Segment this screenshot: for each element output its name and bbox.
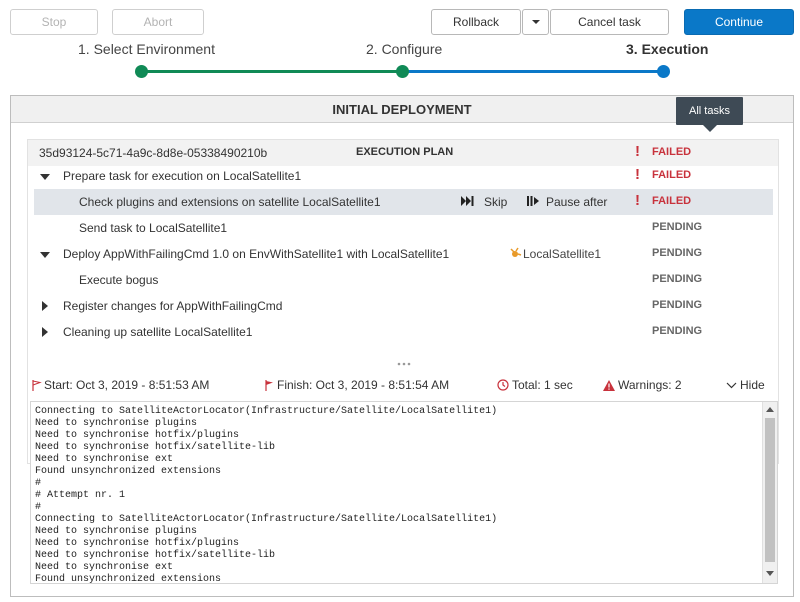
plan-row[interactable]: Execute bogus PENDING bbox=[28, 267, 778, 293]
scroll-up-icon[interactable] bbox=[766, 406, 774, 412]
resize-handle[interactable] bbox=[27, 361, 779, 369]
step-label: Send task to LocalSatellite1 bbox=[79, 221, 228, 235]
error-icon: ! bbox=[635, 166, 640, 183]
step-dot-1 bbox=[135, 65, 148, 78]
abort-button: Abort bbox=[112, 9, 204, 35]
status-badge: PENDING bbox=[652, 299, 703, 311]
status-badge: PENDING bbox=[652, 221, 703, 233]
scroll-down-icon[interactable] bbox=[766, 571, 774, 577]
log-line: # Attempt nr. 1 bbox=[35, 490, 126, 501]
status-badge: FAILED bbox=[652, 169, 692, 181]
log-line: Need to synchronise hotfix/plugins bbox=[35, 430, 240, 441]
step-connector-done bbox=[141, 70, 403, 73]
log-line: Need to synchronise hotfix/plugins bbox=[35, 538, 240, 549]
continue-button[interactable]: Continue bbox=[684, 9, 794, 35]
summary-bar: Start: Oct 3, 2019 - 8:51:53 AM Finish: … bbox=[27, 372, 779, 398]
error-icon: ! bbox=[635, 192, 640, 209]
finish-time: Finish: Oct 3, 2019 - 8:51:54 AM bbox=[277, 378, 450, 392]
start-flag-icon bbox=[32, 379, 42, 391]
step-dot-2 bbox=[396, 65, 409, 78]
step-select-environment: 1. Select Environment bbox=[78, 41, 215, 57]
log-line: Need to synchronise plugins bbox=[35, 526, 198, 537]
clock-icon bbox=[497, 379, 509, 391]
rollback-dropdown-button[interactable] bbox=[522, 9, 549, 35]
expand-icon[interactable] bbox=[42, 327, 48, 337]
step-connector-current bbox=[403, 70, 663, 73]
log-line: Found unsynchronized extensions bbox=[35, 574, 222, 584]
plan-row[interactable]: Prepare task for execution on LocalSatel… bbox=[28, 163, 778, 189]
log-lines: Connecting to SatelliteActorLocator(Infr… bbox=[35, 406, 498, 584]
status-badge: PENDING bbox=[652, 273, 703, 285]
collapse-icon[interactable] bbox=[40, 252, 50, 258]
log-line: # bbox=[35, 478, 42, 489]
pause-after-icon[interactable] bbox=[527, 195, 540, 209]
error-icon: ! bbox=[635, 143, 640, 160]
cancel-task-button[interactable]: Cancel task bbox=[550, 9, 669, 35]
hide-label: Hide bbox=[740, 378, 765, 392]
step-label: Check plugins and extensions on satellit… bbox=[79, 195, 381, 209]
log-output[interactable]: Connecting to SatelliteActorLocator(Infr… bbox=[30, 401, 778, 584]
log-line: Connecting to SatelliteActorLocator(Infr… bbox=[35, 406, 498, 417]
step-label: Execute bogus bbox=[79, 273, 159, 287]
plan-row[interactable]: Register changes for AppWithFailingCmd P… bbox=[28, 293, 778, 319]
log-scrollbar[interactable] bbox=[762, 402, 777, 583]
plan-row[interactable]: Deploy AppWithFailingCmd 1.0 on EnvWithS… bbox=[28, 241, 778, 267]
log-line: Need to synchronise hotfix/satellite-lib bbox=[35, 550, 276, 561]
step-label: Prepare task for execution on LocalSatel… bbox=[63, 169, 302, 183]
plan-row[interactable]: Send task to LocalSatellite1 PENDING bbox=[28, 215, 778, 241]
all-tasks-tooltip: All tasks bbox=[676, 97, 743, 132]
pause-after-button[interactable]: Pause after bbox=[546, 195, 607, 209]
status-badge: PENDING bbox=[652, 325, 703, 337]
warning-icon bbox=[603, 379, 615, 391]
step-dot-3 bbox=[657, 65, 670, 78]
drag-dots-icon bbox=[397, 362, 411, 366]
step-label: Deploy AppWithFailingCmd 1.0 on EnvWithS… bbox=[63, 247, 450, 261]
status-badge: PENDING bbox=[652, 247, 703, 259]
status-badge: FAILED bbox=[652, 195, 692, 207]
rollback-button[interactable]: Rollback bbox=[431, 9, 521, 35]
status-badge: FAILED bbox=[652, 146, 692, 158]
plan-row-selected[interactable]: Check plugins and extensions on satellit… bbox=[34, 189, 773, 215]
skip-button[interactable]: Skip bbox=[484, 195, 507, 209]
step-configure: 2. Configure bbox=[366, 41, 443, 57]
satellite-target: LocalSatellite1 bbox=[523, 247, 602, 261]
log-line: Need to synchronise ext bbox=[35, 454, 174, 465]
finish-flag-icon bbox=[265, 379, 273, 391]
log-line: # bbox=[35, 502, 42, 513]
chevron-down-icon bbox=[726, 382, 737, 388]
log-line: Need to synchronise ext bbox=[35, 562, 174, 573]
warnings-count: Warnings: 2 bbox=[618, 378, 682, 392]
skip-icon[interactable] bbox=[461, 195, 474, 209]
expand-icon[interactable] bbox=[42, 301, 48, 311]
step-label: Register changes for AppWithFailingCmd bbox=[63, 299, 283, 313]
stop-button: Stop bbox=[10, 9, 98, 35]
collapse-icon[interactable] bbox=[40, 174, 50, 180]
step-execution: 3. Execution bbox=[626, 41, 709, 57]
start-time: Start: Oct 3, 2019 - 8:51:53 AM bbox=[44, 378, 210, 392]
log-line: Connecting to SatelliteActorLocator(Infr… bbox=[35, 514, 498, 525]
execution-plan-label: EXECUTION PLAN bbox=[356, 146, 454, 158]
log-line: Found unsynchronized extensions bbox=[35, 466, 222, 477]
step-label: Cleaning up satellite LocalSatellite1 bbox=[63, 325, 253, 339]
task-id: 35d93124-5c71-4a9c-8d8e-05338490210b bbox=[39, 146, 268, 160]
satellite-icon bbox=[509, 246, 523, 263]
chevron-down-icon bbox=[531, 20, 540, 24]
deployment-panel: INITIAL DEPLOYMENT All tasks 35d93124-5c… bbox=[10, 95, 794, 597]
log-line: Need to synchronise plugins bbox=[35, 418, 198, 429]
plan-row[interactable]: Cleaning up satellite LocalSatellite1 PE… bbox=[28, 319, 778, 345]
scroll-thumb[interactable] bbox=[765, 418, 775, 562]
total-duration: Total: 1 sec bbox=[512, 378, 573, 392]
hide-log-toggle[interactable]: Hide bbox=[726, 378, 765, 392]
log-line: Need to synchronise hotfix/satellite-lib bbox=[35, 442, 276, 453]
